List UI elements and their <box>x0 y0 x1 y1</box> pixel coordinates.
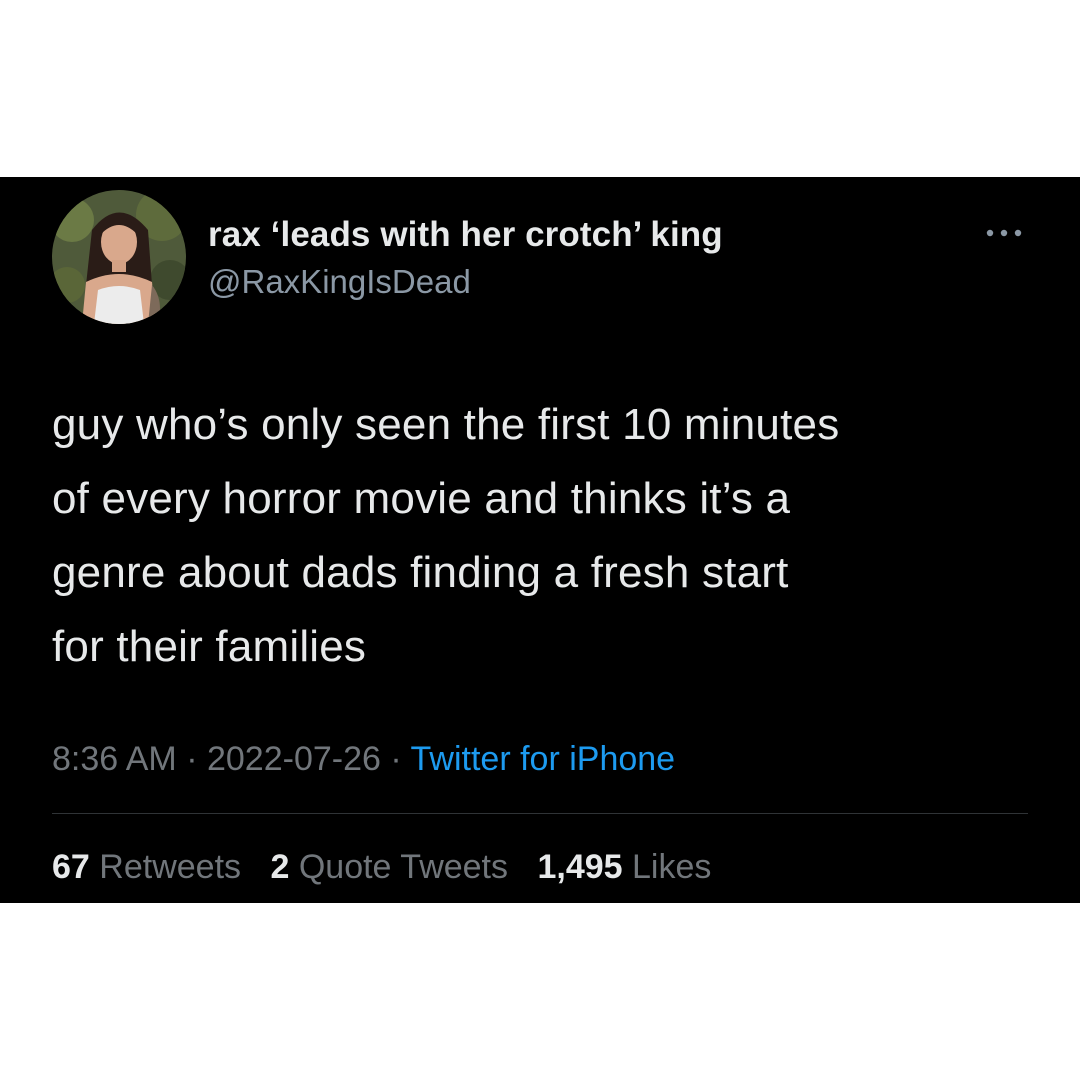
quote-tweets-count: 2 <box>270 848 290 886</box>
tweet-time[interactable]: 8:36 AM <box>52 740 177 778</box>
meta-separator: · <box>390 740 402 778</box>
quote-tweets-label: Quote Tweets <box>298 848 509 886</box>
image-frame: rax ‘leads with her crotch’ king @RaxKin… <box>0 0 1080 1080</box>
retweets-label: Retweets <box>99 848 242 886</box>
author-handle[interactable]: @RaxKingIsDead <box>208 263 471 301</box>
retweets-count: 67 <box>52 848 90 886</box>
tweet-metadata: 8:36 AM · 2022-07-26 · Twitter for iPhon… <box>52 740 675 779</box>
author-display-name[interactable]: rax ‘leads with her crotch’ king <box>208 215 723 255</box>
tweet-date[interactable]: 2022-07-26 <box>207 740 381 778</box>
likes-count: 1,495 <box>537 848 623 886</box>
tweet-card: rax ‘leads with her crotch’ king @RaxKin… <box>0 177 1080 903</box>
quote-tweets-stat[interactable]: 2 Quote Tweets <box>270 848 508 886</box>
retweets-stat[interactable]: 67 Retweets <box>52 848 241 886</box>
profile-photo-icon <box>52 190 186 324</box>
tweet-text: guy who’s only seen the first 10 minutes… <box>52 400 840 671</box>
tweet-stats: 67 Retweets 2 Quote Tweets 1,495 Likes <box>52 848 731 887</box>
divider <box>52 813 1028 814</box>
likes-stat[interactable]: 1,495 Likes <box>537 848 711 886</box>
more-horizontal-icon[interactable] <box>982 221 1026 245</box>
likes-label: Likes <box>632 848 712 886</box>
tweet-source-link[interactable]: Twitter for iPhone <box>411 740 676 778</box>
meta-separator: · <box>186 740 198 778</box>
avatar[interactable] <box>52 190 186 324</box>
